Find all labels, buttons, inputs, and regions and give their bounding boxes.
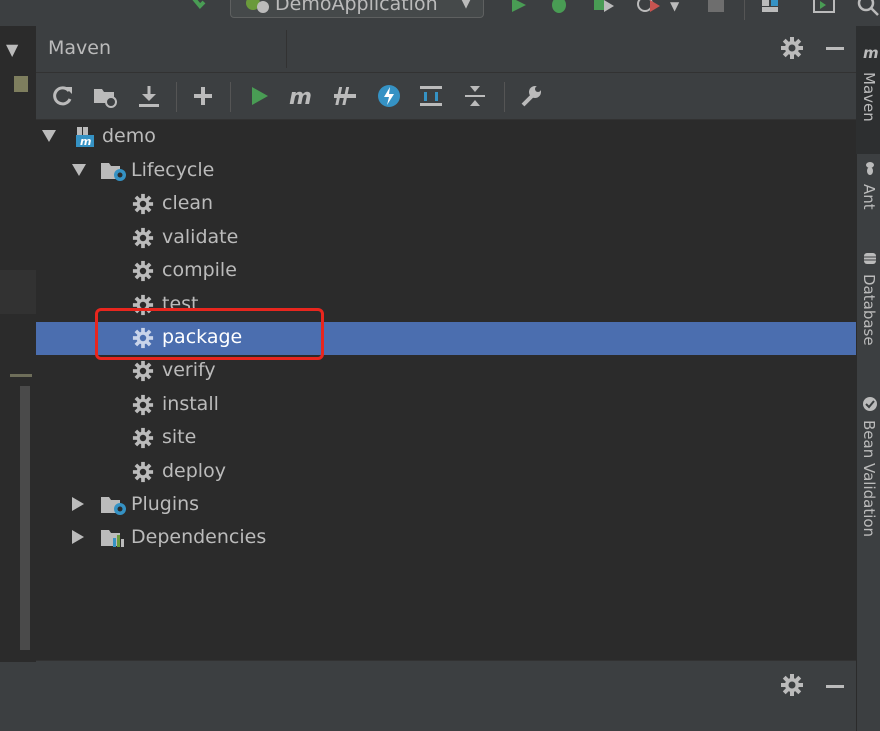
run-with-coverage-icon[interactable] [592,0,618,14]
svg-text:▼: ▼ [670,0,680,13]
tree-node-phase[interactable]: deploy [36,456,856,489]
gear-icon [132,360,154,382]
gear-icon [132,394,154,416]
tool-tab-bean-validation[interactable]: Bean Validation [860,420,878,537]
tree-node-plugins[interactable]: Plugins [36,489,856,522]
collapsed-arrow-icon[interactable] [72,530,84,544]
tree-node-label: demo [102,125,156,147]
bean-validation-icon [863,397,877,411]
tree-node-lifecycle[interactable]: Lifecycle [36,155,856,188]
plugins-folder-icon [101,497,126,515]
toggle-offline-icon[interactable] [332,83,358,109]
maven-m-icon: m [863,44,878,60]
expand-arrow-icon[interactable] [72,164,86,176]
tree-node-phase[interactable]: clean [36,188,856,221]
project-structure-icon[interactable] [760,0,782,14]
gear-icon[interactable] [780,36,804,60]
phase-label: verify [162,359,216,381]
search-icon[interactable] [856,0,880,16]
phase-label: validate [162,226,239,248]
maven-m-icon[interactable]: m [288,83,314,109]
tree-node-project[interactable]: m demo [36,121,856,154]
skip-tests-icon[interactable] [376,83,402,109]
chevron-down-icon: ▼ [461,0,471,11]
maven-project-icon: m [76,127,94,148]
panel-title: Maven [48,37,112,59]
ant-icon [866,162,874,175]
collapse-all-icon[interactable] [462,83,488,109]
gutter-marker-line [10,374,32,377]
svg-text:m: m [80,135,91,148]
svg-text:m: m [289,85,312,109]
maven-panel-header [36,26,856,73]
phase-label: compile [162,259,237,281]
show-dependencies-icon[interactable] [418,83,444,109]
tool-tab-database[interactable]: Database [860,274,878,346]
tool-tab-maven[interactable]: Maven [860,72,878,122]
tree-node-dependencies[interactable]: Dependencies [36,522,856,555]
dependencies-folder-icon [101,530,124,547]
minimize-icon[interactable] [826,685,844,688]
debug-icon[interactable] [548,0,570,14]
build-hammer-icon[interactable] [186,0,210,14]
collapsed-arrow-icon[interactable] [72,497,84,511]
run-icon[interactable] [510,0,528,12]
database-icon [864,253,876,264]
bookmark-marker [14,76,28,92]
chevron-down-icon[interactable]: ▼ [6,40,18,59]
lifecycle-folder-icon [101,163,126,181]
gutter-highlight [0,270,36,314]
settings-wrench-icon[interactable] [518,83,544,109]
tree-node-phase[interactable]: compile [36,255,856,288]
phase-label: install [162,393,219,415]
gear-icon [132,461,154,483]
profiler-icon[interactable]: ▼ [636,0,688,14]
svg-text:m: m [863,44,878,60]
gear-icon [132,427,154,449]
minimize-icon[interactable] [826,47,844,50]
download-icon[interactable] [136,83,162,109]
stop-icon[interactable] [708,0,724,12]
tree-node-label: Lifecycle [131,159,215,181]
phase-label: site [162,426,197,448]
main-toolbar: DemoApplication ▼ ▼ [0,0,880,26]
add-icon[interactable] [190,83,216,109]
run-configuration-label: DemoApplication [275,0,438,15]
refresh-icon[interactable] [50,83,76,109]
reimport-folder-icon[interactable] [92,83,118,109]
phase-label: deploy [162,460,226,482]
tree-node-phase[interactable]: validate [36,222,856,255]
expand-arrow-icon[interactable] [42,130,56,142]
terminal-icon[interactable] [812,0,838,16]
scrollbar[interactable] [20,386,30,650]
annotation-highlight-box [95,308,324,360]
editor-gutter [0,26,36,662]
phase-label: clean [162,192,214,214]
run-configuration-selector[interactable]: DemoApplication ▼ [230,0,484,18]
tree-node-phase[interactable]: install [36,389,856,422]
tree-node-label: Dependencies [131,526,267,548]
bottom-panel [0,662,856,731]
run-icon[interactable] [246,83,272,109]
gear-icon [132,260,154,282]
spring-boot-icon [246,0,269,13]
tree-node-phase[interactable]: site [36,422,856,455]
gear-icon [132,227,154,249]
tree-node-label: Plugins [131,493,200,515]
gear-icon[interactable] [780,673,804,697]
tool-tab-ant[interactable]: Ant [860,184,878,210]
gear-icon [132,193,154,215]
